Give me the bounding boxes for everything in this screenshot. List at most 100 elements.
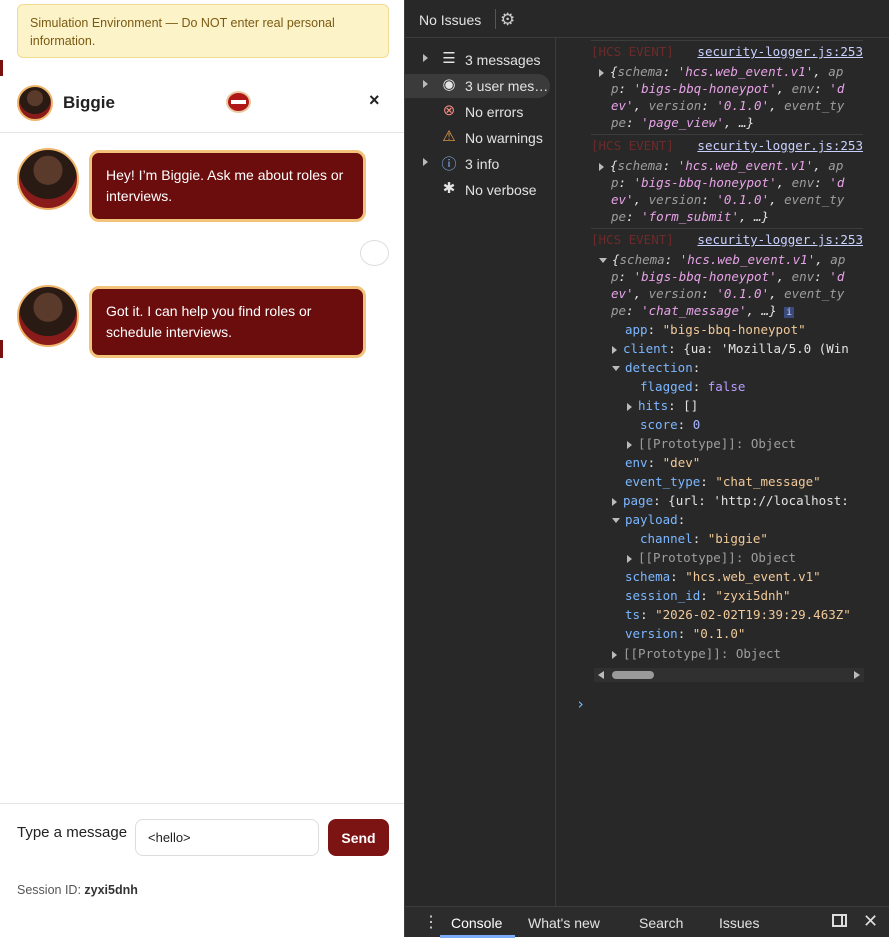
prop-session-id: session_id: "zyxi5dnh" <box>625 588 791 603</box>
prop-prototype[interactable]: [[Prototype]]: Object <box>627 435 796 452</box>
log-object-line: pe: 'form_submit', …} <box>611 209 770 224</box>
log-tag: [HCS EVENT] <box>591 232 674 247</box>
sidebar-item-label: 3 info <box>465 156 500 172</box>
log-object-line: ev', version: '0.1.0', event_ty <box>611 192 845 207</box>
page-edge <box>0 60 3 76</box>
sidebar-item-label: No warnings <box>465 130 543 146</box>
tab-console[interactable]: Console <box>451 915 502 931</box>
expand-arrow-icon <box>423 158 428 166</box>
session-label: Session ID: <box>17 883 81 897</box>
scroll-thumb[interactable] <box>612 671 654 679</box>
log-object-line: ev', version: '0.1.0', event_ty <box>611 286 845 301</box>
log-tag: [HCS EVENT] <box>591 138 674 153</box>
prop-env: env: "dev" <box>625 455 701 470</box>
close-chat-button[interactable]: × <box>369 90 380 110</box>
prop-payload[interactable]: payload: <box>612 511 685 528</box>
log-object-line: pe: 'chat_message', …} i <box>611 303 795 318</box>
scroll-right-icon[interactable] <box>854 671 860 679</box>
log-source-link[interactable]: security-logger.js:253 <box>697 44 863 59</box>
console-prompt[interactable]: › <box>576 695 585 713</box>
console-log-entry: [HCS EVENT] security-logger.js:253 {sche… <box>591 134 863 227</box>
message-avatar <box>17 285 79 347</box>
tab-whats-new[interactable]: What's new <box>528 915 600 931</box>
close-drawer-icon[interactable]: ✕ <box>863 911 878 932</box>
sidebar-item-errors[interactable]: ⊗ No errors <box>405 100 550 124</box>
send-button[interactable]: Send <box>328 819 389 856</box>
bot-message-bubble: Hey! I’m Biggie. Ask me about roles or i… <box>89 150 366 222</box>
log-source-link[interactable]: security-logger.js:253 <box>697 138 863 153</box>
sidebar-item-label: No errors <box>465 104 524 120</box>
list-icon: ☰ <box>442 50 456 67</box>
sidebar-item-messages[interactable]: ☰ 3 messages <box>405 48 550 72</box>
simulation-banner: Simulation Environment — Do NOT enter re… <box>17 4 389 58</box>
log-object-line[interactable]: {schema: 'hcs.web_event.v1', ap <box>599 63 843 80</box>
composer-label: Type a message <box>17 824 128 841</box>
log-object-line: p: 'bigs-bbq-honeypot', env: 'd <box>611 81 845 96</box>
more-menu-icon[interactable]: ⋮ <box>423 912 439 932</box>
prop-app: app: "bigs-bbq-honeypot" <box>625 322 806 337</box>
dock-side-icon[interactable] <box>832 914 847 927</box>
sidebar-item-user-messages[interactable]: ◉ 3 user mes… <box>405 74 550 98</box>
info-badge-icon[interactable]: i <box>784 307 795 318</box>
page-edge <box>0 340 3 358</box>
prop-version: version: "0.1.0" <box>625 626 746 641</box>
devtools-toolbar: No Issues ⚙ <box>405 0 889 38</box>
log-object-line: p: 'bigs-bbq-honeypot', env: 'd <box>611 269 845 284</box>
drawer-tabbar: ⋮ Console What's new Search Issues ✕ <box>405 906 889 938</box>
tab-issues[interactable]: Issues <box>719 915 759 931</box>
prop-detection[interactable]: detection: <box>612 359 700 376</box>
sidebar-item-warnings[interactable]: ⚠ No warnings <box>405 126 550 150</box>
sidebar-item-label: 3 user mes… <box>465 78 549 94</box>
prop-client[interactable]: client: {ua: 'Mozilla/5.0 (Win <box>612 340 849 357</box>
chat-header: Biggie × <box>0 76 404 133</box>
error-icon: ⊗ <box>442 102 456 119</box>
expand-arrow-icon <box>599 68 604 77</box>
console-log-entry: [HCS EVENT] security-logger.js:253 {sche… <box>591 40 863 133</box>
tab-search[interactable]: Search <box>639 915 683 931</box>
console-output: [HCS EVENT] security-logger.js:253 {sche… <box>556 38 889 906</box>
prop-prototype[interactable]: [[Prototype]]: Object <box>612 645 781 662</box>
devtools-panel: No Issues ⚙ ☰ 3 messages ◉ 3 user mes… ⊗… <box>404 0 889 938</box>
user-icon: ◉ <box>442 76 456 93</box>
expand-arrow-icon <box>599 162 604 171</box>
prop-score: score: 0 <box>640 417 701 432</box>
prop-hits[interactable]: hits: [] <box>627 397 698 414</box>
prop-channel: channel: "biggie" <box>640 531 768 546</box>
prop-event-type: event_type: "chat_message" <box>625 474 821 489</box>
message-avatar <box>17 148 79 210</box>
log-tag: [HCS EVENT] <box>591 44 674 59</box>
scroll-left-icon[interactable] <box>598 671 604 679</box>
gear-icon[interactable]: ⚙ <box>500 10 515 30</box>
issues-counter[interactable]: No Issues <box>419 12 481 28</box>
user-message-indicator <box>360 240 389 266</box>
prop-flagged: flagged: false <box>640 379 746 394</box>
session-id: zyxi5dnh <box>84 883 138 897</box>
toolbar-divider <box>495 9 496 29</box>
message-composer: Type a message Send Session ID: zyxi5dnh <box>0 803 404 937</box>
log-object-line[interactable]: {schema: 'hcs.web_event.v1', ap <box>599 157 843 174</box>
brand-logo-icon <box>226 91 251 113</box>
sidebar-item-label: No verbose <box>465 182 537 198</box>
bot-avatar <box>17 85 53 121</box>
console-log-entry: [HCS EVENT] security-logger.js:253 {sche… <box>591 228 863 669</box>
log-object-line: p: 'bigs-bbq-honeypot', env: 'd <box>611 175 845 190</box>
prop-prototype[interactable]: [[Prototype]]: Object <box>627 549 796 566</box>
info-icon: ⓘ <box>441 156 457 173</box>
log-object-line: ev', version: '0.1.0', event_ty <box>611 98 845 113</box>
sidebar-item-info[interactable]: ⓘ 3 info <box>405 152 550 176</box>
log-object-line[interactable]: {schema: 'hcs.web_event.v1', ap <box>599 251 845 268</box>
sidebar-item-label: 3 messages <box>465 52 541 68</box>
bug-icon: ✱ <box>442 180 456 197</box>
prop-page[interactable]: page: {url: 'http://localhost: <box>612 492 849 509</box>
prop-schema: schema: "hcs.web_event.v1" <box>625 569 821 584</box>
sidebar-item-verbose[interactable]: ✱ No verbose <box>405 178 550 202</box>
prop-ts: ts: "2026-02-02T19:39:29.463Z" <box>625 607 851 622</box>
warning-icon: ⚠ <box>442 128 456 145</box>
expand-arrow-icon <box>423 80 428 88</box>
log-source-link[interactable]: security-logger.js:253 <box>697 232 863 247</box>
bot-name: Biggie <box>63 93 115 112</box>
session-info: Session ID: zyxi5dnh <box>17 883 138 897</box>
bot-message-bubble: Got it. I can help you find roles or sch… <box>89 286 366 358</box>
message-input[interactable] <box>135 819 319 856</box>
horizontal-scrollbar[interactable] <box>594 668 864 682</box>
